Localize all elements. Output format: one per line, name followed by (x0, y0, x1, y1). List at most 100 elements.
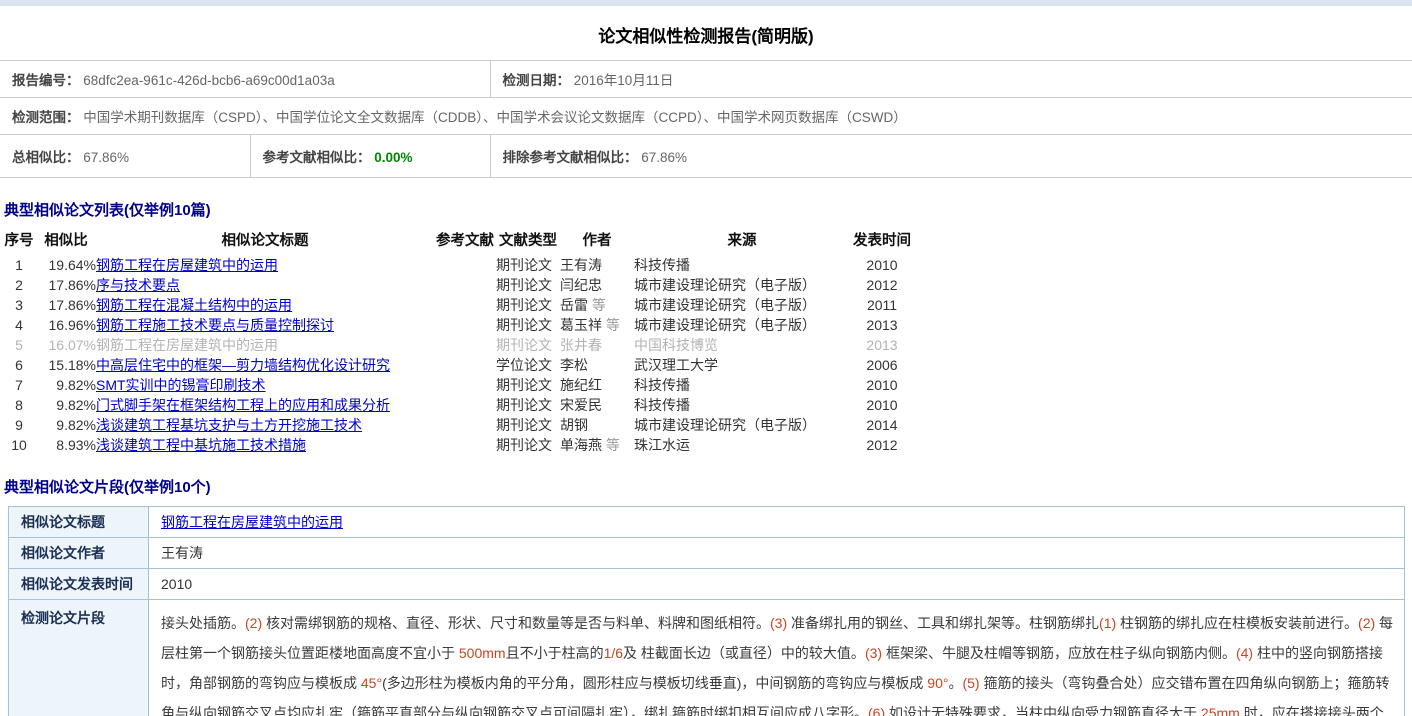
paper-title-link[interactable]: 钢筋工程施工技术要点与质量控制探讨 (96, 317, 334, 333)
fragment-year-value: 2010 (149, 569, 1405, 600)
paper-title-link[interactable]: 中高层住宅中的框架—剪力墙结构优化设计研究 (96, 357, 390, 373)
row-ratio: 17.86% (36, 295, 96, 315)
highlighted-number: (3) (865, 645, 882, 661)
row-year: 2011 (850, 295, 914, 315)
row-title: 钢筋工程施工技术要点与质量控制探讨 (96, 315, 434, 335)
row-author: 李松 (560, 355, 634, 375)
report-date-label: 检测日期： (503, 73, 571, 88)
fragment-text-cell: 接头处插筋。(2) 核对需绑钢筋的规格、直径、形状、尺寸和数量等是否与料单、料牌… (149, 600, 1405, 716)
report-date-value: 2016年10月11日 (574, 73, 674, 88)
excluding-reference-similarity-value: 67.86% (641, 150, 687, 165)
highlighted-number: 1/6 (604, 645, 623, 661)
row-year: 2010 (850, 255, 914, 275)
paper-title-link[interactable]: 钢筋工程在房屋建筑中的运用 (96, 257, 278, 273)
row-seq: 3 (2, 295, 36, 315)
excluding-reference-similarity-label: 排除参考文献相似比： (503, 150, 638, 165)
row-ratio: 17.86% (36, 275, 96, 295)
row-author: 王有涛 (560, 255, 634, 275)
fragment-row-author: 相似论文作者 王有涛 (9, 538, 1405, 569)
table-row: 615.18%中高层住宅中的框架—剪力墙结构优化设计研究学位论文李松武汉理工大学… (2, 355, 914, 375)
row-type: 期刊论文 (496, 295, 560, 315)
highlighted-number: 25mm (1201, 705, 1240, 716)
row-type: 期刊论文 (496, 395, 560, 415)
et-al-suffix: 等 (588, 297, 606, 313)
row-author: 葛玉祥 等 (560, 315, 634, 335)
row-seq: 8 (2, 395, 36, 415)
row-ratio: 9.82% (36, 415, 96, 435)
row-seq: 7 (2, 375, 36, 395)
paper-title-link[interactable]: 浅谈建筑工程基坑支护与土方开挖施工技术 (96, 417, 362, 433)
highlighted-number: 45° (361, 675, 382, 691)
row-source: 科技传播 (634, 395, 850, 415)
total-similarity-cell: 总相似比： 67.86% (0, 135, 250, 178)
info-row-report: 报告编号： 68dfc2ea-961c-426d-bcb6-a69c00d1a0… (0, 61, 1412, 98)
row-reference (434, 275, 496, 295)
column-header-ratio: 相似比 (36, 227, 96, 255)
total-similarity-value: 67.86% (83, 150, 129, 165)
row-type: 期刊论文 (496, 435, 560, 455)
row-author: 岳雷 等 (560, 295, 634, 315)
row-author: 闫纪忠 (560, 275, 634, 295)
row-ratio: 15.18% (36, 355, 96, 375)
row-type: 期刊论文 (496, 255, 560, 275)
top-strip (0, 0, 1412, 6)
table-row: 416.96%钢筋工程施工技术要点与质量控制探讨期刊论文葛玉祥 等城市建设理论研… (2, 315, 914, 335)
highlighted-number: (2) (1358, 615, 1375, 631)
fragment-paper-title-link[interactable]: 钢筋工程在房屋建筑中的运用 (161, 514, 343, 530)
column-header-author: 作者 (560, 227, 634, 255)
report-date-cell: 检测日期： 2016年10月11日 (490, 61, 1412, 98)
row-ratio: 9.82% (36, 395, 96, 415)
row-source: 武汉理工大学 (634, 355, 850, 375)
row-source: 城市建设理论研究（电子版） (634, 295, 850, 315)
reference-similarity-value: 0.00% (374, 150, 412, 165)
row-year: 2010 (850, 395, 914, 415)
row-reference (434, 295, 496, 315)
report-number-label: 报告编号： (12, 73, 80, 88)
row-seq: 5 (2, 335, 36, 355)
row-reference (434, 415, 496, 435)
page-title: 论文相似性检测报告(简明版) (0, 22, 1412, 47)
paper-title-link[interactable]: 门式脚手架在框架结构工程上的应用和成果分析 (96, 397, 390, 413)
info-row-scope: 检测范围： 中国学术期刊数据库（CSPD）、中国学位论文全文数据库（CDDB）、… (0, 98, 1412, 135)
row-year: 2014 (850, 415, 914, 435)
highlighted-number: (3) (770, 615, 787, 631)
table-row: 99.82%浅谈建筑工程基坑支护与土方开挖施工技术期刊论文胡钢城市建设理论研究（… (2, 415, 914, 435)
row-type: 期刊论文 (496, 315, 560, 335)
row-reference (434, 435, 496, 455)
row-reference (434, 255, 496, 275)
report-page: 论文相似性检测报告(简明版) 报告编号： 68dfc2ea-961c-426d-… (0, 0, 1412, 716)
fragment-row-year: 相似论文发表时间 2010 (9, 569, 1405, 600)
table-row: 317.86%钢筋工程在混凝土结构中的运用 期刊论文岳雷 等城市建设理论研究（电子… (2, 295, 914, 315)
row-source: 科技传播 (634, 375, 850, 395)
table-row: 108.93%浅谈建筑工程中基坑施工技术措施期刊论文单海燕 等珠江水运2012 (2, 435, 914, 455)
row-ratio: 16.96% (36, 315, 96, 335)
row-year: 2006 (850, 355, 914, 375)
paper-title-link[interactable]: SMT实训中的锡膏印刷技术 (96, 377, 266, 393)
highlighted-number: (5) (962, 675, 979, 691)
reference-similarity-label: 参考文献相似比： (263, 150, 371, 165)
fragment-author-label: 相似论文作者 (9, 538, 149, 569)
row-source: 科技传播 (634, 255, 850, 275)
table-row: 516.07%钢筋工程在房屋建筑中的运用期刊论文张井春中国科技博览2013 (2, 335, 914, 355)
paper-title-link[interactable]: 浅谈建筑工程中基坑施工技术措施 (96, 437, 306, 453)
row-year: 2013 (850, 335, 914, 355)
row-seq: 2 (2, 275, 36, 295)
fragment-title-cell: 钢筋工程在房屋建筑中的运用 (149, 507, 1405, 538)
highlighted-number: (6) (868, 705, 885, 716)
row-author: 张井春 (560, 335, 634, 355)
paper-title-link[interactable]: 钢筋工程在混凝土结构中的运用 (96, 297, 292, 313)
paper-title-link[interactable]: 序与技术要点 (96, 277, 180, 293)
et-al-suffix: 等 (602, 317, 620, 333)
fragment-text-label: 检测论文片段 (9, 600, 149, 716)
highlighted-number: 500mm (459, 645, 506, 661)
row-title: 中高层住宅中的框架—剪力墙结构优化设计研究 (96, 355, 434, 375)
fragment-author-value: 王有涛 (149, 538, 1405, 569)
row-year: 2013 (850, 315, 914, 335)
column-header-title: 相似论文标题 (96, 227, 434, 255)
row-source: 城市建设理论研究（电子版） (634, 275, 850, 295)
row-type: 学位论文 (496, 355, 560, 375)
report-number-value: 68dfc2ea-961c-426d-bcb6-a69c00d1a03a (83, 73, 334, 88)
row-title: 浅谈建筑工程基坑支护与土方开挖施工技术 (96, 415, 434, 435)
similar-papers-table: 序号 相似比 相似论文标题 参考文献 文献类型 作者 来源 发表时间 119.6… (2, 227, 914, 455)
row-author: 胡钢 (560, 415, 634, 435)
